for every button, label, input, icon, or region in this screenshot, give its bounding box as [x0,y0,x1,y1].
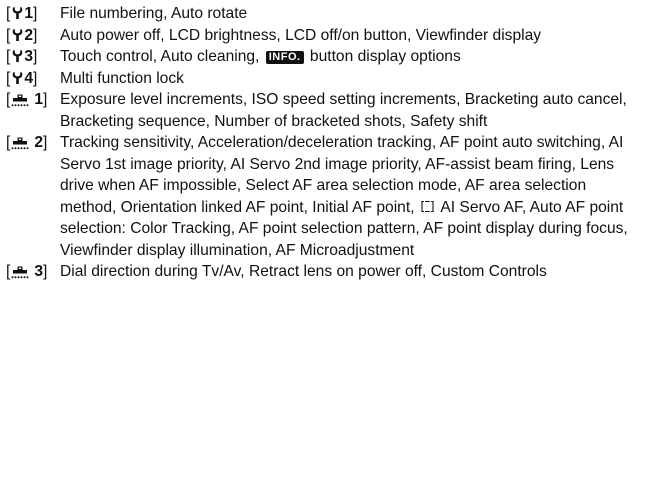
entry-key: [2] [6,26,38,44]
entry-number: 4 [24,69,34,87]
wrench-icon [13,28,23,41]
wrench-icon [13,7,23,19]
entry-key: [3] [6,263,48,280]
entry-text-before: Touch control, Auto cleaning, [60,48,260,65]
entry-description: Exposure level increments, ISO speed set… [60,91,627,130]
menu-entry-setup-4: [4] Multi function lock [6,68,645,90]
entry-description: Auto power off, LCD brightness, LCD off/… [60,26,542,44]
entry-description: Touch control, Auto cleaning, INFO. butt… [60,46,645,68]
camera-icon [11,94,29,107]
wrench-icon [13,71,23,84]
menu-entry-setup-2: [2] Auto power off, LCD brightness, LCD … [6,25,645,47]
entry-key: [2] [6,134,48,151]
menu-entry-custom-2: [2] Tracking sensitivity, Acceleration/d… [6,132,645,261]
entry-number: 3 [24,48,34,65]
entry-description: File numbering, Auto rotate [60,5,248,22]
entry-description: Dial direction during Tv/Av, Retract len… [60,263,547,280]
entry-key: [1] [6,91,48,108]
menu-entry-custom-3: [3] Dial direction during Tv/Av, Retract… [6,261,645,283]
af-area-zone-icon [421,200,434,212]
entry-number: 2 [34,134,44,151]
entry-number: 3 [34,263,44,280]
menu-entry-setup-1: [1] File numbering, Auto rotate [6,3,645,25]
entry-number: 2 [24,26,34,44]
entry-description: Multi function lock [60,69,184,87]
camera-icon [11,137,29,150]
camera-icon [11,266,29,279]
info-button-badge: INFO. [265,51,304,64]
document-page: [1] File numbering, Auto rotate [2] Auto… [0,0,645,479]
menu-entry-custom-1: [1] Exposure level increments, ISO speed… [6,89,645,132]
wrench-icon [13,50,23,62]
entry-number: 1 [24,5,34,22]
entry-key: [4] [6,69,38,87]
entry-number: 1 [34,91,44,108]
entry-key: [3] [6,48,38,65]
menu-entry-setup-3: [3] Touch control, Auto cleaning, INFO. … [6,46,645,68]
entry-description: Tracking sensitivity, Acceleration/decel… [60,132,645,261]
entry-text-after: button display options [309,48,461,65]
entry-key: [1] [6,5,38,22]
